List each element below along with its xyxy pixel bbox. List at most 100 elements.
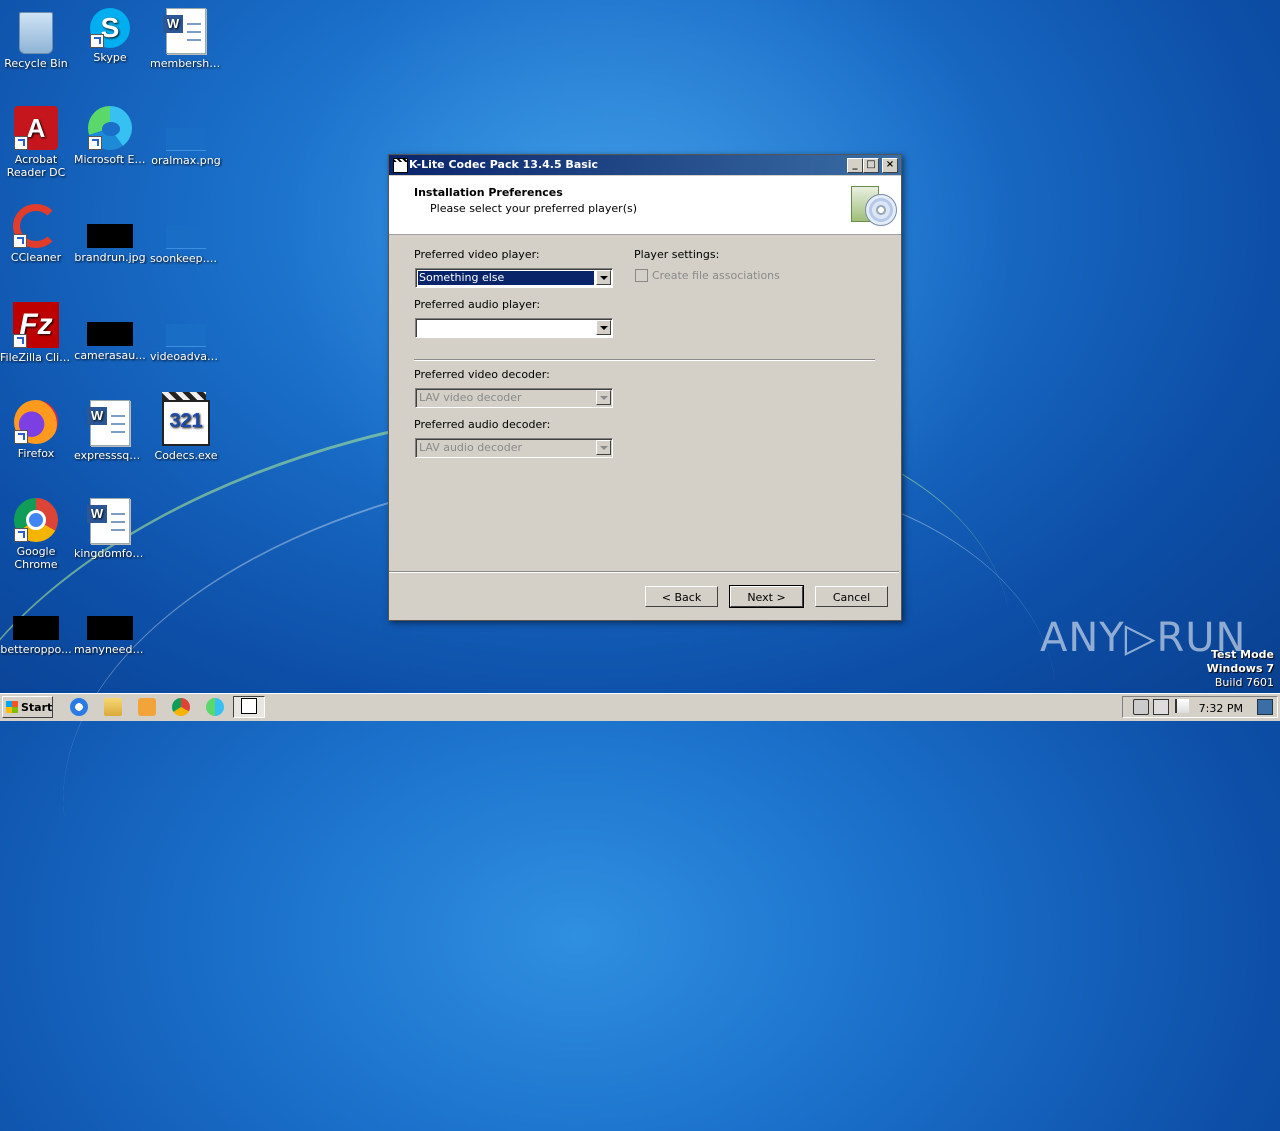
- ccleaner-icon: [13, 204, 59, 248]
- next-button[interactable]: Next >: [729, 585, 804, 608]
- dropdown-arrow-icon[interactable]: [596, 390, 611, 405]
- audio-player-select[interactable]: [415, 318, 613, 338]
- file-icon: [166, 324, 206, 347]
- installer-dialog: K-Lite Codec Pack 13.4.5 Basic _ □ × Ins…: [388, 154, 902, 621]
- desktop-icon-label: membership...: [150, 57, 224, 70]
- network-icon[interactable]: [1153, 699, 1169, 715]
- taskbar-klite-button[interactable]: [233, 696, 265, 718]
- dropdown-arrow-icon[interactable]: [596, 270, 611, 285]
- action-center-flag-icon[interactable]: [1175, 699, 1189, 713]
- start-label: Start: [21, 701, 53, 714]
- start-button[interactable]: Start: [2, 696, 53, 718]
- desktop-icon-brandrun[interactable]: brandrun.jpg: [72, 204, 148, 264]
- desktop-icon-label: Codecs.exe: [154, 449, 218, 462]
- desktop-icon-skype[interactable]: S Skype: [72, 8, 148, 64]
- windows-logo-icon: [6, 701, 18, 713]
- video-player-label: Preferred video player:: [414, 248, 540, 261]
- file-icon: [87, 322, 133, 346]
- desktop-icon-label: betteroppo...: [0, 643, 72, 656]
- show-desktop-icon[interactable]: [1257, 699, 1273, 715]
- clock[interactable]: 7:32 PM: [1199, 702, 1243, 715]
- taskbar: Start 7:32 PM: [0, 693, 1280, 721]
- desktop-icon-label: Google Chrome: [14, 545, 58, 571]
- minimize-button[interactable]: _: [847, 158, 863, 173]
- desktop-icon-camerasau[interactable]: camerasau...: [72, 302, 148, 362]
- maximize-button[interactable]: □: [863, 158, 879, 173]
- desktop-icon-label: soonkeep.png: [150, 252, 224, 265]
- word-document-icon: W: [163, 8, 206, 54]
- build-label: Build 7601: [1214, 676, 1274, 689]
- desktop-icon-chrome[interactable]: Google Chrome: [0, 498, 74, 571]
- desktop-icon-firefox[interactable]: Firefox: [0, 400, 74, 460]
- internet-explorer-icon[interactable]: [70, 698, 88, 716]
- dropdown-arrow-icon[interactable]: [596, 320, 611, 335]
- audio-decoder-select[interactable]: LAV audio decoder: [415, 438, 613, 458]
- file-icon: [13, 616, 59, 640]
- installer-box-icon: [849, 180, 897, 228]
- desktop-icon-soonkeep[interactable]: soonkeep.png: [148, 204, 224, 265]
- desktop-icon-recycle-bin[interactable]: Recycle Bin: [0, 8, 74, 70]
- test-mode-text: Test Mode Windows 7 Build 7601: [1207, 648, 1274, 690]
- video-decoder-label: Preferred video decoder:: [414, 368, 550, 381]
- header-title: Installation Preferences: [414, 186, 563, 199]
- folder-icon[interactable]: [104, 698, 122, 716]
- desktop-icon-videoadvan[interactable]: videoadvan...: [148, 302, 224, 363]
- desktop-icon-oralmax[interactable]: oralmax.png: [148, 106, 224, 167]
- desktop-icon-membership-doc[interactable]: W membership...: [148, 8, 224, 70]
- video-decoder-select[interactable]: LAV video decoder: [415, 388, 613, 408]
- edge-icon[interactable]: [206, 698, 224, 716]
- clapperboard-icon: 321: [162, 392, 210, 446]
- edge-icon: [88, 106, 132, 150]
- acrobat-icon: A: [14, 106, 58, 150]
- file-associations-checkbox[interactable]: [635, 269, 648, 282]
- recycle-bin-icon: [19, 12, 53, 54]
- desktop-icon-label: CCleaner: [10, 251, 62, 264]
- desktop-icon-ccleaner[interactable]: CCleaner: [0, 204, 74, 264]
- back-button[interactable]: < Back: [645, 586, 718, 607]
- desktop-icon-kingdomfor[interactable]: W kingdomfor...: [72, 498, 148, 560]
- desktop-icon-acrobat[interactable]: A Acrobat Reader DC: [0, 106, 74, 179]
- skype-icon: S: [90, 8, 130, 48]
- desktop-icon-expresssqu[interactable]: W expresssqu...: [72, 400, 148, 462]
- player-settings-label: Player settings:: [634, 248, 720, 261]
- dialog-header: Installation Preferences Please select y…: [389, 176, 901, 235]
- filezilla-icon: Fz: [13, 302, 59, 348]
- desktop-icon-label: manyneede...: [74, 643, 148, 656]
- desktop-icon-label: kingdomfor...: [74, 547, 147, 560]
- audio-decoder-value: LAV audio decoder: [419, 441, 523, 454]
- clapperboard-icon: [241, 698, 257, 714]
- os-label: Windows 7: [1206, 662, 1274, 675]
- firefox-icon: [14, 400, 58, 444]
- video-player-select[interactable]: Something else: [415, 268, 613, 288]
- chrome-icon[interactable]: [172, 698, 190, 716]
- image-file-icon: [87, 224, 133, 248]
- footer-divider: [389, 571, 899, 573]
- desktop-icon-label: brandrun.jpg: [74, 251, 146, 264]
- desktop-icon-label: Recycle Bin: [4, 57, 68, 70]
- video-decoder-value: LAV video decoder: [419, 391, 522, 404]
- desktop-icon-label: FileZilla Client: [0, 351, 74, 364]
- desktop-icon-codecs[interactable]: 321 Codecs.exe: [148, 392, 224, 462]
- desktop-icon-edge[interactable]: Microsoft Edge: [72, 106, 148, 166]
- word-document-icon: W: [87, 498, 130, 544]
- clapperboard-icon: [393, 158, 408, 173]
- media-player-icon[interactable]: [138, 698, 156, 716]
- speaker-icon[interactable]: [1133, 699, 1149, 715]
- header-subtitle: Please select your preferred player(s): [430, 202, 638, 215]
- system-tray: 7:32 PM: [1122, 696, 1278, 718]
- file-icon: [87, 616, 133, 640]
- dropdown-arrow-icon[interactable]: [596, 440, 611, 455]
- desktop-icon-label: oralmax.png: [151, 154, 221, 167]
- desktop-icon-betteroppo[interactable]: betteroppo...: [0, 596, 74, 656]
- desktop-icon-manyneede[interactable]: manyneede...: [72, 596, 148, 656]
- desktop-icon-label: Acrobat Reader DC: [6, 153, 66, 179]
- audio-player-label: Preferred audio player:: [414, 298, 541, 311]
- image-file-icon: [166, 226, 206, 249]
- desktop-icon-label: videoadvan...: [150, 350, 224, 363]
- dialog-titlebar[interactable]: K-Lite Codec Pack 13.4.5 Basic _ □ ×: [389, 155, 901, 175]
- desktop-icon-label: expresssqu...: [74, 449, 147, 462]
- cancel-button[interactable]: Cancel: [815, 586, 888, 607]
- word-document-icon: W: [87, 400, 130, 446]
- desktop-icon-filezilla[interactable]: Fz FileZilla Client: [0, 302, 74, 364]
- close-button[interactable]: ×: [882, 158, 898, 173]
